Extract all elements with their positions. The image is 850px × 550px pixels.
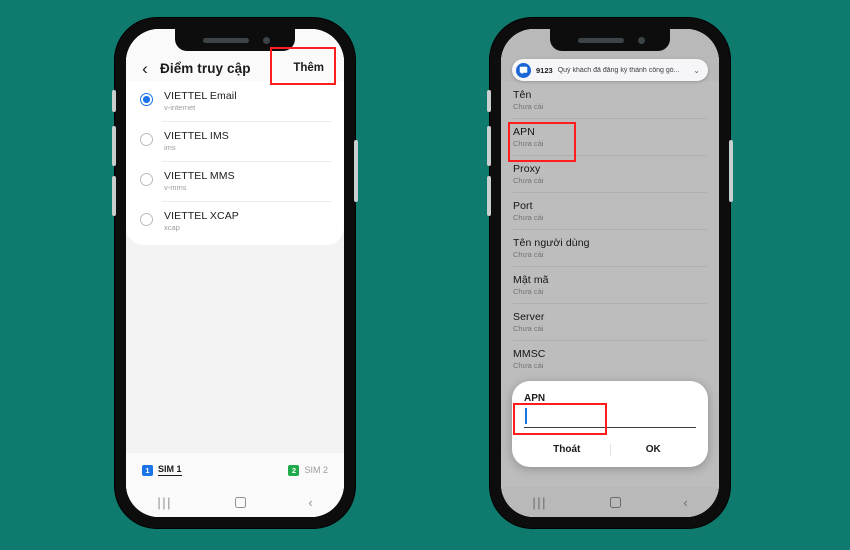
ok-button[interactable]: OK [611,440,697,459]
back-icon[interactable]: ‹ [308,495,312,510]
dialog-title-apn: APN [524,393,546,404]
chevron-down-icon[interactable]: ⌄ [693,66,700,75]
apn-value: ims [164,143,176,152]
radio-unselected-icon[interactable] [140,173,153,186]
power-button[interactable] [354,140,358,202]
page-title: Điểm truy cập [160,60,251,76]
mute-button[interactable] [487,90,491,112]
phone-notch [175,29,295,51]
apn-list: VIETTEL Email v-internet VIETTEL IMS ims [126,81,344,245]
apn-name: VIETTEL Email [164,90,237,102]
radio-unselected-icon[interactable] [140,213,153,226]
add-apn-button[interactable]: Thêm [283,57,334,79]
apn-name: VIETTEL XCAP [164,210,239,222]
notification-text: Quý khách đã đăng ký thành công gó... [557,66,680,74]
notification-banner[interactable]: 9123 Quý khách đã đăng ký thành công gó.… [512,59,708,81]
apn-value: v-mms [164,183,187,192]
text-cursor [525,408,527,424]
chevron-left-icon[interactable]: ‹ [136,59,154,77]
list-item[interactable]: VIETTEL Email v-internet [126,81,344,121]
apn-list-app: ‹ Điểm truy cập Thêm VIETTEL Email v-int… [126,29,344,517]
phone-left: ‹ Điểm truy cập Thêm VIETTEL Email v-int… [112,18,358,528]
sim2-label: SIM 2 [304,465,328,475]
volume-down-button[interactable] [112,176,116,216]
system-navigation-bar: ||| ‹ [126,487,344,517]
notification-sender: 9123 [536,65,553,75]
sim1-label: SIM 1 [158,464,182,476]
home-square-icon[interactable] [234,496,246,508]
volume-up-button[interactable] [112,126,116,166]
list-item[interactable]: VIETTEL XCAP xcap [126,201,344,241]
phone-right: Sửa điểm truy cập Tên Chưa cài APN Chưa … [487,18,733,528]
apn-value: xcap [164,223,180,232]
earpiece-speaker-icon [578,38,624,43]
volume-down-button[interactable] [487,176,491,216]
sim1-badge-icon: 1 [142,464,153,476]
list-item[interactable]: VIETTEL MMS v-mms [126,161,344,201]
sim-tab-2[interactable]: 2 SIM 2 [288,464,328,476]
earpiece-speaker-icon [203,38,249,43]
screenshot-canvas: ‹ Điểm truy cập Thêm VIETTEL Email v-int… [0,0,850,550]
list-item[interactable]: VIETTEL IMS ims [126,121,344,161]
front-camera-icon [263,37,270,44]
radio-unselected-icon[interactable] [140,133,153,146]
mute-button[interactable] [112,90,116,112]
sim-selector-bar: 1 SIM 1 2 SIM 2 [126,453,344,487]
volume-up-button[interactable] [487,126,491,166]
sim-tab-1[interactable]: 1 SIM 1 [142,464,182,476]
sim2-badge-icon: 2 [288,464,300,476]
recent-apps-icon[interactable]: ||| [157,495,172,510]
apn-text-input[interactable] [524,408,696,428]
apn-input-dialog: APN Thoát OK [512,381,708,467]
message-bubble-icon [516,62,531,78]
apn-value: v-internet [164,103,196,112]
power-button[interactable] [729,140,733,202]
phone-notch [550,29,670,51]
apn-name: VIETTEL MMS [164,170,235,182]
radio-selected-icon[interactable] [140,93,153,106]
front-camera-icon [638,37,645,44]
apn-name: VIETTEL IMS [164,130,229,142]
cancel-button[interactable]: Thoát [524,440,610,459]
phone-left-screen: ‹ Điểm truy cập Thêm VIETTEL Email v-int… [126,29,344,517]
phone-right-screen: Sửa điểm truy cập Tên Chưa cài APN Chưa … [501,29,719,517]
content-spacer [126,245,344,453]
dialog-buttons: Thoát OK [524,440,696,459]
